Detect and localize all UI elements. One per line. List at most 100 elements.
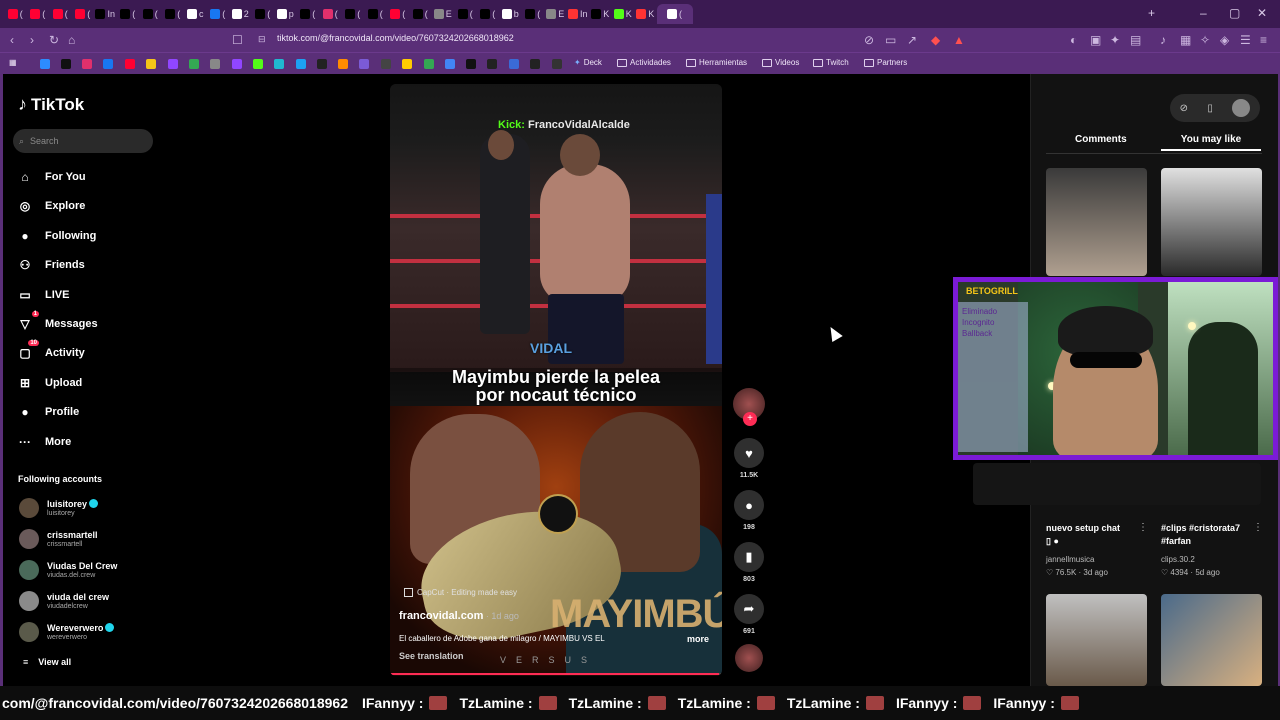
sidebar-item-for-you[interactable]: ⌂ For You — [17, 169, 85, 185]
bookmark-favicon[interactable] — [402, 59, 412, 69]
browser-tab[interactable]: In — [94, 4, 117, 24]
search-input[interactable]: ⌕ Search — [13, 129, 153, 153]
extension-icon-2[interactable]: ▣ — [1090, 33, 1101, 47]
bookmark-favicon[interactable] — [61, 59, 71, 69]
suggested-video-thumbnail[interactable] — [1161, 594, 1262, 686]
bookmark-favicon[interactable] — [146, 59, 156, 69]
maximize-button[interactable]: ▢ — [1229, 6, 1240, 20]
extension-icon-3[interactable]: ✦ — [1110, 33, 1120, 47]
browser-tab[interactable]: ( — [387, 4, 410, 24]
browser-tab[interactable]: ( — [522, 4, 545, 24]
forward-icon[interactable]: › — [30, 33, 34, 47]
capcut-tag[interactable]: CapCut · Editing made easy — [404, 588, 517, 597]
bookmark-favicon[interactable] — [424, 59, 434, 69]
bookmark-favicon[interactable] — [381, 59, 391, 69]
bookmark-favicon[interactable] — [530, 59, 540, 69]
bookmark-favicon[interactable] — [82, 59, 92, 69]
sidebar-item-activity[interactable]: ▢ 10 Activity — [17, 340, 85, 361]
browser-tab[interactable]: ( — [207, 4, 230, 24]
following-account[interactable]: Viudas Del Crew viudas.del.crew — [19, 560, 117, 580]
menu-icon[interactable]: ≡ — [1260, 33, 1267, 47]
browser-tab[interactable]: ( — [162, 4, 185, 24]
bookmark-deck[interactable]: ✦ Deck — [574, 58, 602, 67]
browser-tab[interactable]: 2 — [229, 4, 252, 24]
browser-tab[interactable]: In — [567, 4, 590, 24]
browser-tab[interactable]: E — [544, 4, 567, 24]
sidebar-item-explore[interactable]: ◎ Explore — [17, 198, 86, 214]
browser-tab[interactable]: ( — [27, 4, 50, 24]
bookmark-favicon[interactable] — [103, 59, 113, 69]
close-window-button[interactable]: ✕ — [1257, 6, 1267, 20]
browser-tab[interactable]: ( — [319, 4, 342, 24]
brave-shield-icon[interactable]: ◆ — [931, 33, 940, 47]
sound-disc[interactable] — [732, 644, 766, 672]
home-icon[interactable]: ⌂ — [68, 33, 75, 47]
bookmark-favicon[interactable] — [317, 59, 327, 69]
browser-tab[interactable]: ( — [297, 4, 320, 24]
site-info-icon[interactable]: ⊟ — [258, 34, 266, 45]
browser-tab[interactable]: ( — [252, 4, 275, 24]
video-author[interactable]: francovidal.com · 1d ago — [399, 610, 519, 622]
coin-icon[interactable]: ⊘ — [1180, 103, 1188, 114]
reload-icon[interactable]: ↻ — [49, 33, 59, 47]
video-player[interactable]: VIDAL Kick: FrancoVidalAlcalde Mayimbu p… — [390, 84, 722, 676]
browser-tab[interactable]: ( — [342, 4, 365, 24]
following-account[interactable]: Wereverwero wereverwero — [19, 622, 115, 642]
suggested-user[interactable]: clips.30.2 — [1161, 555, 1195, 564]
sidebar-item-friends[interactable]: ⚇ Friends — [17, 257, 85, 273]
rewards-icon[interactable]: ▲ — [953, 33, 965, 47]
browser-tab[interactable]: ( — [117, 4, 140, 24]
bookmark-favicon[interactable] — [40, 59, 50, 69]
bookmark-favicon[interactable] — [168, 59, 178, 69]
suggested-title[interactable]: #clips #cristorata7 #farfan — [1161, 522, 1253, 548]
bookmark-folder[interactable]: Actividades — [617, 58, 671, 67]
creator-avatar[interactable]: + — [732, 388, 766, 426]
bookmark-favicon[interactable] — [466, 59, 476, 69]
shield-icon[interactable]: ◈ — [1220, 33, 1229, 47]
music-icon[interactable]: ♪ — [1160, 33, 1166, 47]
bookmark-favicon[interactable] — [359, 59, 369, 69]
profile-icon[interactable]: ☰ — [1240, 33, 1251, 47]
bookmark-favicon[interactable] — [296, 59, 306, 69]
browser-tab[interactable]: K — [634, 4, 657, 24]
cast-icon[interactable]: ▭ — [885, 33, 896, 47]
follow-plus-icon[interactable]: + — [743, 412, 757, 426]
tab-you-may-like[interactable]: You may like — [1161, 134, 1261, 151]
more-options-icon[interactable]: ⋮ — [1253, 522, 1263, 533]
following-account[interactable]: viuda del crew viudadelcrew — [19, 591, 109, 611]
bookmark-favicon[interactable] — [274, 59, 284, 69]
user-avatar[interactable] — [1232, 99, 1251, 117]
bookmark-folder[interactable]: Videos — [762, 58, 799, 67]
following-account[interactable]: luisitorey luisitorey — [19, 498, 99, 518]
bookmark-favicon[interactable] — [189, 59, 199, 69]
comment-button[interactable]: ● 198 — [732, 490, 766, 531]
sidebar-item-following[interactable]: ● Following — [17, 228, 96, 244]
browser-tab[interactable]: c — [184, 4, 207, 24]
browser-tab[interactable]: K — [589, 4, 612, 24]
more-options-icon[interactable]: ⋮ — [1138, 522, 1148, 533]
browser-tab[interactable]: ( — [364, 4, 387, 24]
more-button[interactable]: more — [687, 634, 709, 644]
back-icon[interactable]: ‹ — [10, 33, 14, 47]
bookmark-favicon[interactable] — [232, 59, 242, 69]
apps-icon[interactable]: ▦ — [9, 58, 17, 67]
sidebar-item-messages[interactable]: ▽ 1 Messages — [17, 311, 98, 332]
sidebar-item-more[interactable]: ··· More — [17, 434, 71, 450]
browser-tab[interactable]: ( — [454, 4, 477, 24]
browser-tab[interactable]: ( — [409, 4, 432, 24]
bookmark-folder[interactable]: Twitch — [813, 58, 849, 67]
device-icon[interactable]: ▯ — [1207, 103, 1213, 114]
bookmark-folder[interactable]: Partners — [864, 58, 907, 67]
see-translation-button[interactable]: See translation — [399, 651, 464, 661]
extension-icon[interactable]: ⊘ — [864, 33, 874, 47]
bookmark-favicon[interactable] — [487, 59, 497, 69]
share-icon[interactable]: ↗ — [907, 33, 917, 47]
browser-tab[interactable]: K — [612, 4, 635, 24]
bookmark-favicon[interactable] — [552, 59, 562, 69]
browser-tab[interactable]: b — [499, 4, 522, 24]
tiktok-logo[interactable]: ♪ TikTok — [18, 94, 84, 115]
suggested-video-thumbnail[interactable] — [1046, 594, 1147, 686]
new-tab-button[interactable]: + — [1148, 6, 1155, 20]
bookmark-favicon[interactable] — [338, 59, 348, 69]
extension-icon-1[interactable]: ◐ — [1070, 33, 1077, 47]
